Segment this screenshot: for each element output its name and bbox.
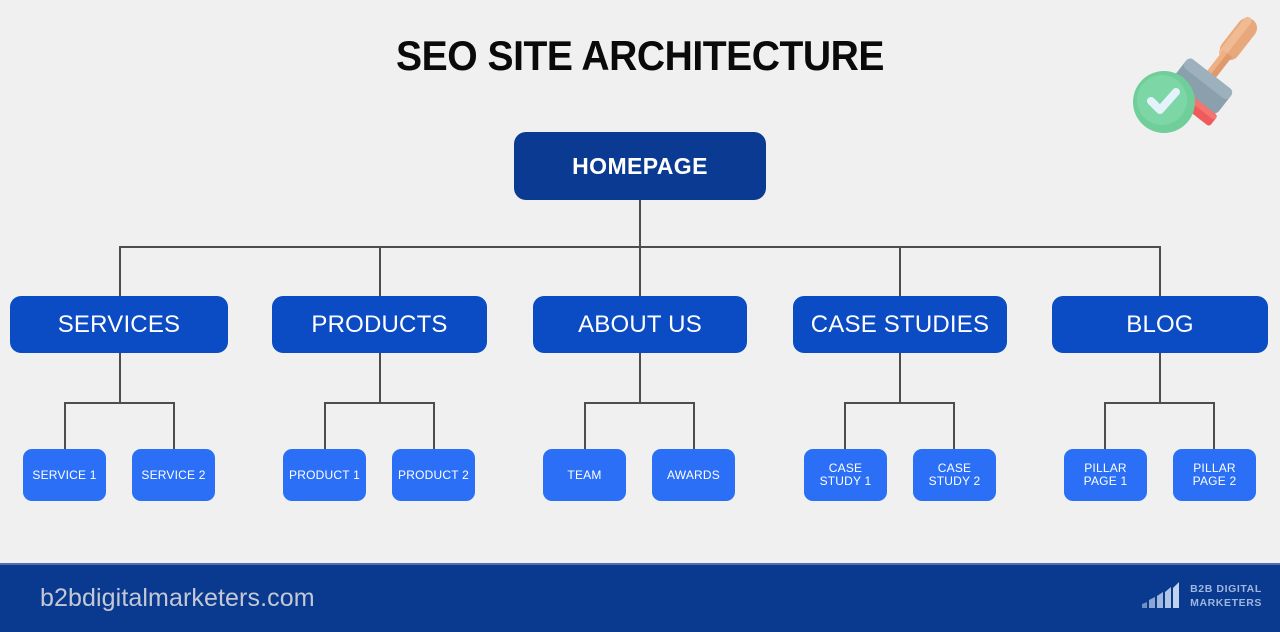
node-product-1-label: PRODUCT 1 (289, 467, 360, 482)
connector-services-child-2 (173, 402, 175, 449)
node-pillar-page-1-label: PILLAR PAGE 1 (1083, 461, 1128, 488)
connector-about-us-bus (584, 402, 695, 404)
node-service-1-label: SERVICE 1 (32, 467, 97, 482)
check-circle-icon (1133, 71, 1195, 133)
node-awards-label: AWARDS (667, 467, 720, 482)
node-service-1[interactable]: SERVICE 1 (23, 449, 106, 501)
node-product-2[interactable]: PRODUCT 2 (392, 449, 475, 501)
connector-case-studies-child-1 (844, 402, 846, 449)
page-title: SEO SITE ARCHITECTURE (396, 32, 884, 79)
node-products[interactable]: PRODUCTS (272, 296, 487, 353)
node-case-study-2-label: CASE STUDY 2 (928, 461, 981, 488)
node-case-studies[interactable]: CASE STUDIES (793, 296, 1007, 353)
connector-blog-stem (1159, 352, 1161, 403)
node-homepage[interactable]: HOMEPAGE (514, 132, 766, 200)
connector-blog-child-1 (1104, 402, 1106, 449)
connector-about-us-stem (639, 352, 641, 403)
node-service-2-label: SERVICE 2 (141, 467, 206, 482)
connector-about-us-child-1 (584, 402, 586, 449)
node-homepage-label: HOMEPAGE (572, 152, 708, 179)
node-awards[interactable]: AWARDS (652, 449, 735, 501)
footer-website-url[interactable]: b2bdigitalmarketers.com (40, 584, 315, 613)
node-products-label: PRODUCTS (311, 310, 448, 338)
connector-products-child-1 (324, 402, 326, 449)
node-services-label: SERVICES (57, 310, 181, 338)
node-product-1[interactable]: PRODUCT 1 (283, 449, 366, 501)
connector-products-stem (379, 352, 381, 403)
node-team-label: TEAM (567, 467, 602, 482)
connector-about-us-child-2 (693, 402, 695, 449)
footer-bar: b2bdigitalmarketers.com B2B DIGITAL MARK… (0, 563, 1280, 632)
connector-drop-services (119, 246, 121, 296)
connector-services-child-1 (64, 402, 66, 449)
node-pillar-page-1[interactable]: PILLAR PAGE 1 (1064, 449, 1147, 501)
node-case-study-1-label: CASE STUDY 1 (819, 461, 872, 488)
connector-products-child-2 (433, 402, 435, 449)
connector-services-stem (119, 352, 121, 403)
connector-blog-child-2 (1213, 402, 1215, 449)
node-blog[interactable]: BLOG (1052, 296, 1268, 353)
connector-drop-about-us (639, 246, 641, 296)
node-case-studies-label: CASE STUDIES (810, 310, 990, 338)
bar-chart-logo-icon (1142, 580, 1182, 613)
node-about-us-label: ABOUT US (578, 310, 702, 338)
connector-drop-case-studies (899, 246, 901, 296)
node-product-2-label: PRODUCT 2 (398, 467, 469, 482)
connector-case-studies-bus (844, 402, 955, 404)
node-pillar-page-2[interactable]: PILLAR PAGE 2 (1173, 449, 1256, 501)
footer-logo-line-2: MARKETERS (1190, 596, 1262, 609)
connector-blog-bus (1104, 402, 1215, 404)
node-pillar-page-2-label: PILLAR PAGE 2 (1192, 461, 1237, 488)
node-team[interactable]: TEAM (543, 449, 626, 501)
footer-logo[interactable]: B2B DIGITAL MARKETERS (1142, 580, 1262, 613)
connector-drop-blog (1159, 246, 1161, 296)
footer-logo-text: B2B DIGITAL MARKETERS (1190, 583, 1262, 609)
node-service-2[interactable]: SERVICE 2 (132, 449, 215, 501)
node-about-us[interactable]: ABOUT US (533, 296, 747, 353)
connector-products-bus (324, 402, 435, 404)
node-case-study-1[interactable]: CASE STUDY 1 (804, 449, 887, 501)
connector-root-stem (639, 199, 641, 247)
node-blog-label: BLOG (1126, 310, 1194, 338)
connector-drop-products (379, 246, 381, 296)
node-services[interactable]: SERVICES (10, 296, 228, 353)
connector-case-studies-child-2 (953, 402, 955, 449)
connector-services-bus (64, 402, 175, 404)
connector-case-studies-stem (899, 352, 901, 403)
footer-logo-line-1: B2B DIGITAL (1190, 583, 1262, 596)
node-case-study-2[interactable]: CASE STUDY 2 (913, 449, 996, 501)
seo-site-architecture-diagram: SEO SITE ARCHITECTURE HOMEPAGE SERVICES … (0, 0, 1280, 632)
